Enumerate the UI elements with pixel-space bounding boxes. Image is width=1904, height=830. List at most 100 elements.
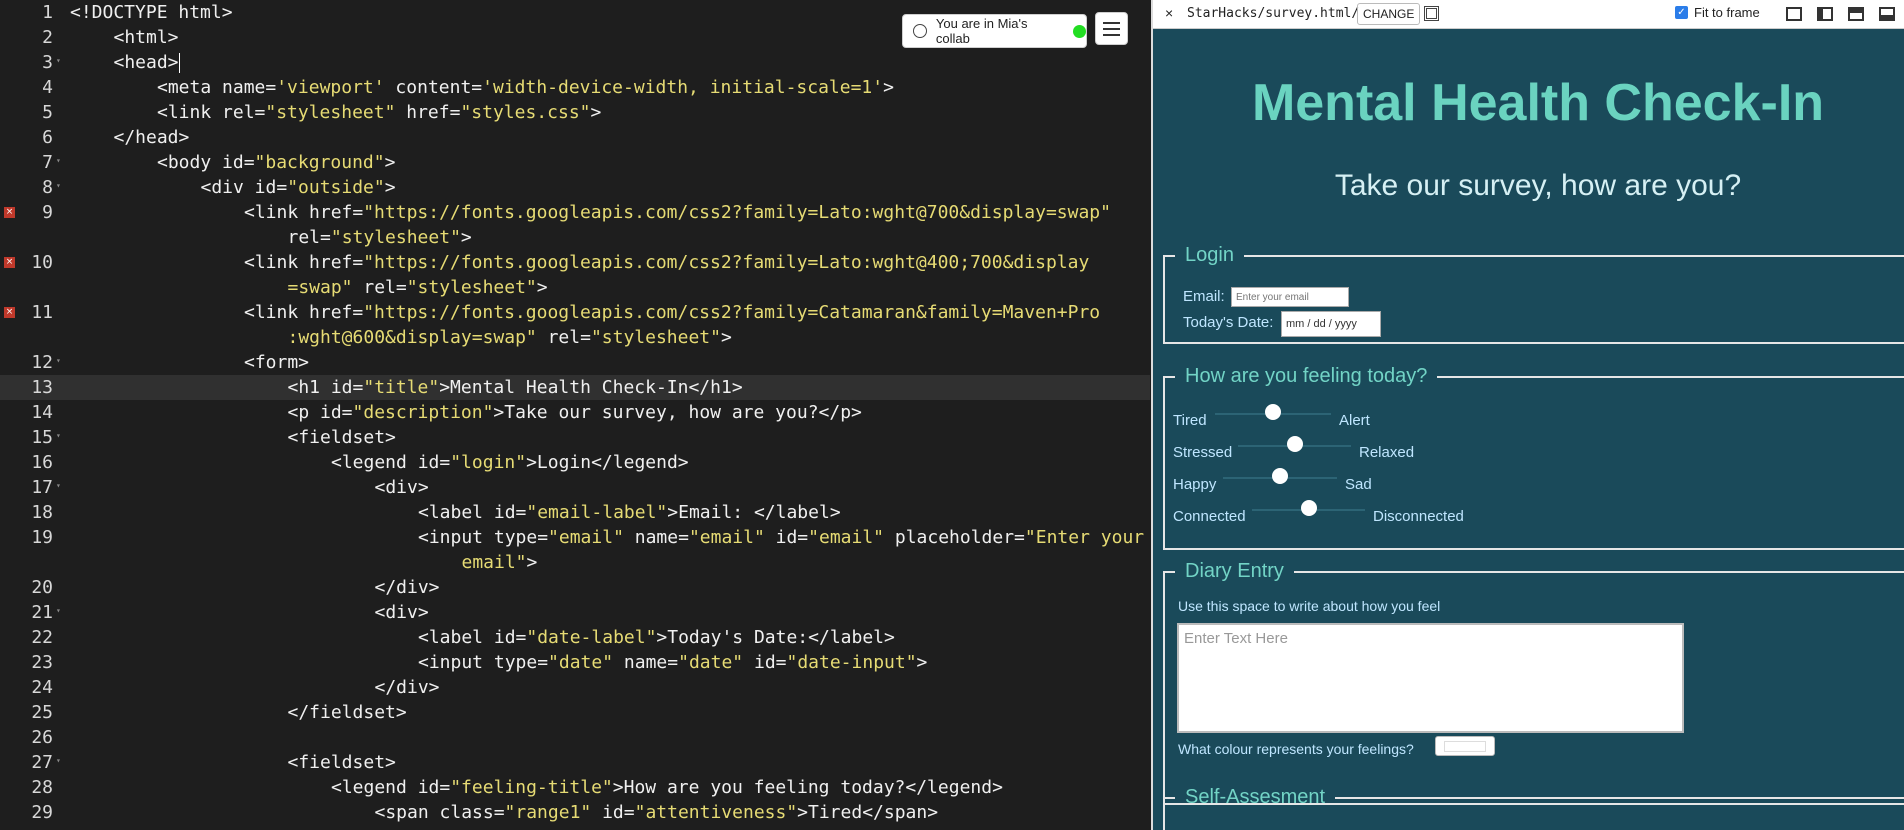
code-line[interactable]: 13 <h1 id="title">Mental Health Check-In<…: [0, 375, 1150, 400]
fold-arrow-icon[interactable]: ▾: [56, 431, 61, 440]
code-text: <link href="https://fonts.googleapis.com…: [244, 302, 1101, 323]
code-line[interactable]: 20 </div>: [0, 575, 1150, 600]
slider-thumb[interactable]: [1286, 436, 1303, 452]
code-text: <input type="email" name="email" id="ema…: [418, 527, 1145, 548]
code-line[interactable]: × 11 <link href="https://fonts.googleapis.…: [0, 300, 1150, 325]
line-number: 25: [31, 702, 53, 723]
collab-badge[interactable]: You are in Mia's collab: [902, 14, 1087, 48]
slider-left-label: Happy: [1173, 476, 1217, 493]
slider-right-label: Disconnected: [1373, 508, 1464, 525]
fold-arrow-icon[interactable]: ▾: [56, 606, 61, 615]
code-line[interactable]: email">: [0, 550, 1150, 575]
code-line[interactable]: × 10 <link href="https://fonts.googleapis.…: [0, 250, 1150, 275]
slider-thumb[interactable]: [1272, 468, 1288, 484]
code-text: </div>: [374, 677, 440, 698]
code-line[interactable]: 24 </div>: [0, 675, 1150, 700]
line-number: 23: [31, 652, 53, 673]
code-line[interactable]: =swap" rel="stylesheet">: [0, 275, 1150, 300]
error-marker-icon[interactable]: ×: [4, 257, 15, 268]
slider-right-label: Sad: [1345, 476, 1372, 493]
layout-overlap-icon[interactable]: [1786, 7, 1802, 21]
line-number: 27: [31, 752, 53, 773]
line-number: 5: [42, 102, 53, 123]
code-line[interactable]: 15 ▾ <fieldset>: [0, 425, 1150, 450]
code-line[interactable]: 3 ▾ <head>: [0, 50, 1150, 75]
code-line[interactable]: 5 <link rel="stylesheet" href="styles.css…: [0, 100, 1150, 125]
code-text: </div>: [374, 577, 440, 598]
close-icon[interactable]: ×: [1165, 5, 1173, 21]
line-number: 4: [42, 77, 53, 98]
diary-textarea[interactable]: Enter Text Here: [1177, 623, 1684, 733]
code-line[interactable]: × 9 <link href="https://fonts.googleapis.c…: [0, 200, 1150, 225]
line-number: 26: [31, 727, 53, 748]
checkbox-icon[interactable]: ✓: [1675, 6, 1688, 19]
code-line[interactable]: 27 ▾ <fieldset>: [0, 750, 1150, 775]
code-text: <fieldset>: [287, 752, 396, 773]
qr-code-icon[interactable]: [1424, 6, 1439, 21]
code-line[interactable]: 6 </head>: [0, 125, 1150, 150]
layout-split-vertical-icon[interactable]: [1817, 7, 1833, 21]
line-number: 21: [31, 602, 53, 623]
code-line[interactable]: 29 <span class="range1" id="attentiveness…: [0, 800, 1150, 825]
code-text: <body id="background">: [157, 152, 396, 173]
code-line[interactable]: 12 ▾ <form>: [0, 350, 1150, 375]
code-text: <input type="date" name="date" id="date-…: [418, 652, 928, 673]
code-line[interactable]: rel="stylesheet">: [0, 225, 1150, 250]
code-line[interactable]: 26: [0, 725, 1150, 750]
diary-legend: Diary Entry: [1185, 560, 1284, 582]
online-status-icon: [1073, 24, 1086, 38]
error-marker-icon[interactable]: ×: [4, 307, 15, 318]
code-text: <!DOCTYPE html>: [70, 2, 233, 23]
code-text: <legend id="login">Login</legend>: [331, 452, 689, 473]
code-editor[interactable]: 1 <!DOCTYPE html> 2 <html> 3 ▾ <head> 4 <meta na…: [0, 0, 1150, 830]
code-text: <div>: [374, 602, 429, 623]
line-number: 8: [42, 177, 53, 198]
line-number: 19: [31, 527, 53, 548]
colour-picker[interactable]: [1435, 736, 1495, 756]
line-number: 22: [31, 627, 53, 648]
fold-arrow-icon[interactable]: ▾: [56, 181, 61, 190]
fit-to-frame-toggle[interactable]: ✓ Fit to frame: [1675, 5, 1760, 20]
code-line[interactable]: 21 ▾ <div>: [0, 600, 1150, 625]
code-line[interactable]: 25 </fieldset>: [0, 700, 1150, 725]
code-line[interactable]: 19 <input type="email" name="email" id="e…: [0, 525, 1150, 550]
code-line[interactable]: 22 <label id="date-label">Today's Date:</…: [0, 625, 1150, 650]
code-line[interactable]: 17 ▾ <div>: [0, 475, 1150, 500]
slider-left-label: Connected: [1173, 508, 1246, 525]
error-marker-icon[interactable]: ×: [4, 207, 15, 218]
email-label: Email:: [1183, 288, 1225, 305]
colour-label: What colour represents your feelings?: [1178, 741, 1414, 757]
change-button[interactable]: CHANGE: [1357, 3, 1421, 25]
fold-arrow-icon[interactable]: ▾: [56, 756, 61, 765]
code-line[interactable]: 18 <label id="email-label">Email: </label…: [0, 500, 1150, 525]
slider-left-label: Tired: [1173, 412, 1207, 429]
code-text: <legend id="feeling-title">How are you f…: [331, 777, 1003, 798]
fold-arrow-icon[interactable]: ▾: [56, 56, 61, 65]
slider-thumb[interactable]: [1300, 500, 1317, 516]
email-input[interactable]: [1231, 287, 1349, 307]
code-text: <html>: [113, 27, 179, 48]
layout-bottom-icon[interactable]: [1879, 7, 1895, 21]
code-line[interactable]: 8 ▾ <div id="outside">: [0, 175, 1150, 200]
login-legend: Login: [1185, 244, 1234, 266]
line-number: 2: [42, 27, 53, 48]
hamburger-menu-button[interactable]: [1095, 12, 1128, 45]
fold-arrow-icon[interactable]: ▾: [56, 481, 61, 490]
code-line[interactable]: 23 <input type="date" name="date" id="dat…: [0, 650, 1150, 675]
code-line[interactable]: 4 <meta name='viewport' content='width-de…: [0, 75, 1150, 100]
layout-split-horizontal-icon[interactable]: [1848, 7, 1864, 21]
diary-prompt: Use this space to write about how you fe…: [1178, 598, 1441, 614]
line-number: 15: [31, 427, 53, 448]
fold-arrow-icon[interactable]: ▾: [56, 156, 61, 165]
code-line[interactable]: 16 <legend id="login">Login</legend>: [0, 450, 1150, 475]
code-line[interactable]: 14 <p id="description">Take our survey, h…: [0, 400, 1150, 425]
code-line[interactable]: 7 ▾ <body id="background">: [0, 150, 1150, 175]
slider-thumb[interactable]: [1265, 404, 1281, 420]
code-text: <h1 id="title">Mental Health Check-In</h…: [287, 377, 743, 398]
line-number: 20: [31, 577, 53, 598]
code-line[interactable]: 28 <legend id="feeling-title">How are you…: [0, 775, 1150, 800]
code-text: <head>: [113, 52, 180, 73]
date-input[interactable]: mm / dd / yyyy: [1281, 311, 1381, 337]
fold-arrow-icon[interactable]: ▾: [56, 356, 61, 365]
code-line[interactable]: :wght@600&display=swap" rel="stylesheet"…: [0, 325, 1150, 350]
